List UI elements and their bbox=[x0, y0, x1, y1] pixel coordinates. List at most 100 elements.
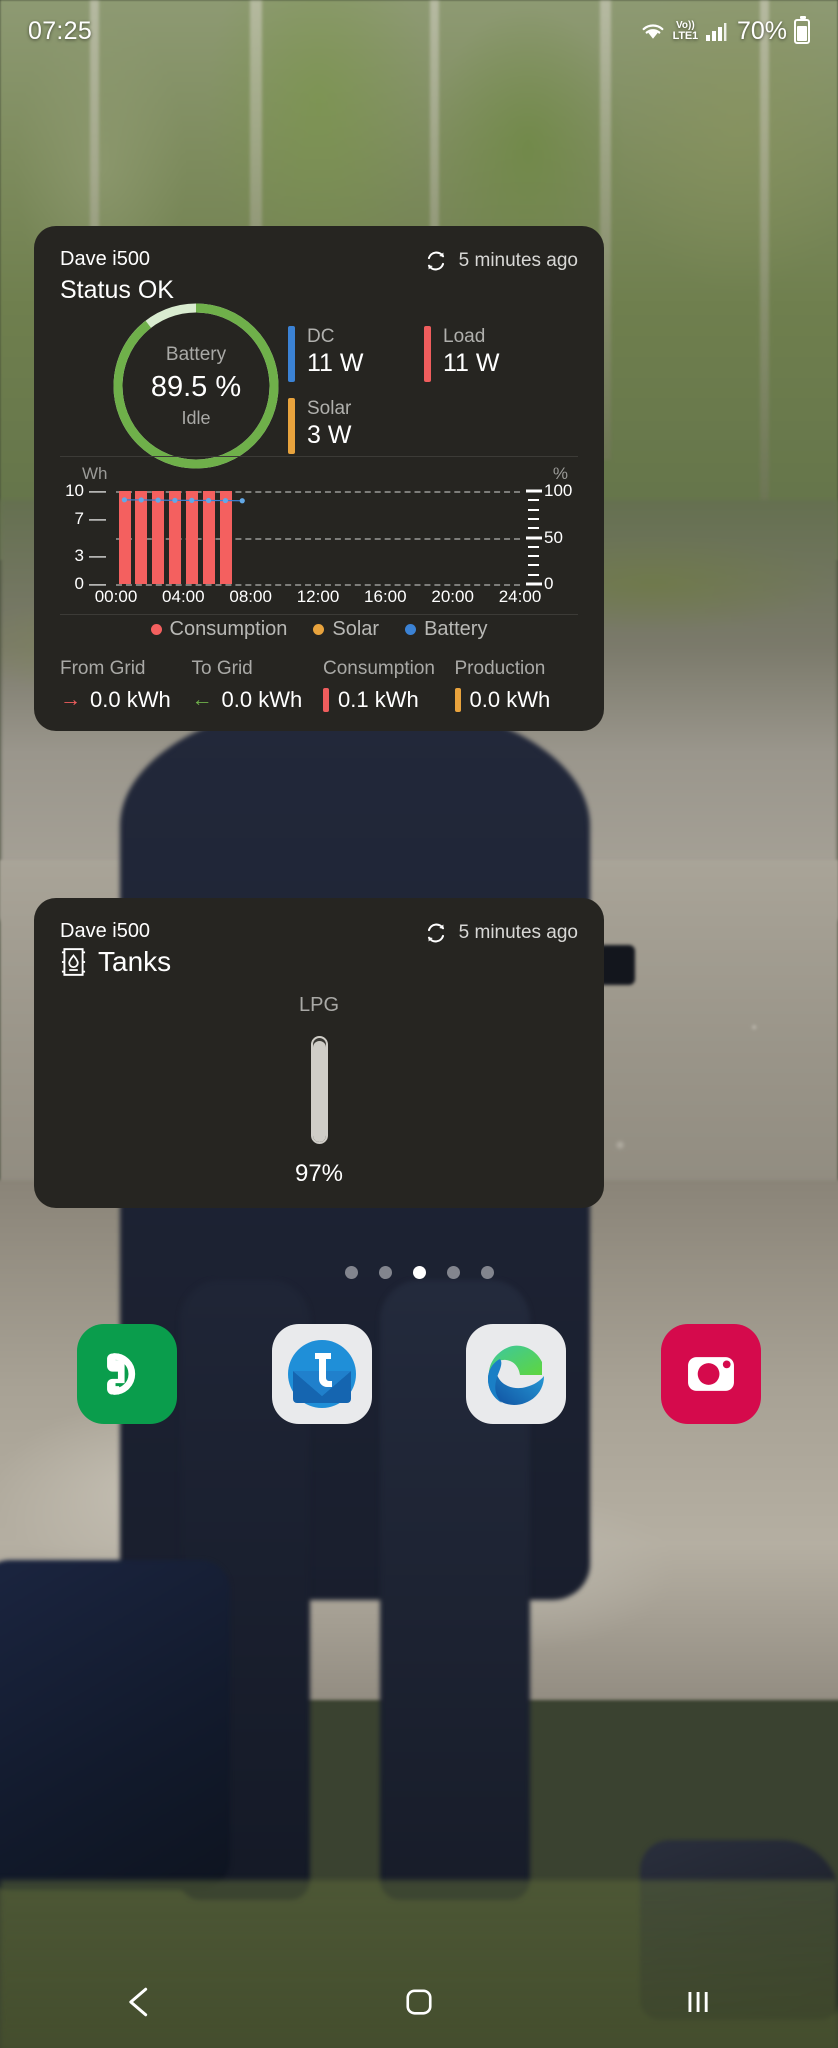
legend-label: Solar bbox=[332, 618, 380, 640]
battery-ring-value: 89.5 % bbox=[150, 370, 242, 403]
camera-icon bbox=[687, 1357, 734, 1391]
page-dot[interactable] bbox=[378, 1266, 392, 1279]
lpg-fill bbox=[312, 1041, 326, 1142]
phone-app[interactable] bbox=[77, 1324, 178, 1424]
page-dot[interactable] bbox=[480, 1266, 494, 1279]
edge-icon bbox=[488, 1345, 545, 1405]
chart-gridline bbox=[116, 584, 520, 586]
footer-stat-label: Consumption bbox=[323, 658, 435, 679]
footer-stat-label: From Grid bbox=[60, 658, 146, 679]
legend-dot bbox=[405, 624, 417, 635]
tanks-sync-text: 5 minutes ago bbox=[458, 922, 578, 943]
chart-x-tick: 20:00 bbox=[431, 587, 474, 606]
chart-y2-tick: 0 bbox=[544, 574, 554, 593]
energy-device-name: Dave i500 bbox=[60, 248, 151, 270]
tank-icon bbox=[61, 948, 86, 976]
lpg-value: 97% bbox=[294, 1160, 344, 1187]
chart-y2-minor-tick bbox=[528, 508, 539, 511]
chart-y2-minor-tick bbox=[528, 545, 539, 548]
footer-stat-value: 0.0 kWh bbox=[469, 687, 551, 712]
divider-top bbox=[60, 456, 578, 457]
footer-stat-row: 0.0 kWh bbox=[454, 687, 587, 713]
metric-load-value: 11 W bbox=[443, 348, 500, 377]
t-envelope-icon bbox=[287, 1340, 356, 1408]
battery-icon bbox=[794, 15, 810, 44]
battery-ring-label: Battery bbox=[165, 343, 227, 365]
metric-solar-color-bar bbox=[288, 398, 295, 454]
volte-bottom-label: LTE1 bbox=[672, 29, 698, 42]
footer-stat: Consumption 0.1 kWh bbox=[323, 658, 455, 713]
home-button[interactable] bbox=[389, 1972, 449, 2032]
energy-sync-status[interactable]: 5 minutes ago bbox=[423, 248, 578, 274]
lpg-label: LPG bbox=[298, 994, 340, 1016]
chart-y2-minor-tick bbox=[528, 527, 539, 530]
volte-indicator: Vo)) LTE1 bbox=[672, 20, 698, 42]
chart-x-tick: 24:00 bbox=[498, 587, 542, 606]
chart-y-tick: 10 bbox=[65, 481, 106, 501]
legend-label: Consumption bbox=[169, 618, 288, 640]
metric-load[interactable]: Load 11 W bbox=[424, 326, 500, 382]
chart-x-tick: 08:00 bbox=[229, 587, 272, 606]
metric-solar[interactable]: Solar 3 W bbox=[288, 398, 351, 454]
chart-y-tick: 7 bbox=[75, 509, 106, 529]
square-icon bbox=[406, 1989, 432, 2015]
metric-dc[interactable]: DC 11 W bbox=[288, 326, 364, 382]
chart-line-battery bbox=[121, 497, 245, 504]
legend-item[interactable]: Consumption bbox=[150, 618, 288, 641]
telenor-app[interactable] bbox=[271, 1324, 372, 1424]
chart-y2-major-tick bbox=[526, 489, 542, 493]
energy-card-header: Dave i500 5 minutes ago bbox=[34, 226, 604, 274]
chart-y2-major-tick bbox=[526, 582, 542, 586]
home-page-indicator[interactable] bbox=[0, 1266, 838, 1279]
footer-stat-color-bar bbox=[454, 688, 461, 712]
page-dot[interactable] bbox=[412, 1266, 426, 1279]
status-bar: 07:25 Vo)) LTE1 70% bbox=[0, 0, 838, 62]
footer-stat-row: → 0.0 kWh bbox=[60, 687, 192, 713]
edge-app[interactable] bbox=[466, 1324, 567, 1424]
chart-y-tick: 3 bbox=[75, 546, 106, 566]
chart-x-tick: 04:00 bbox=[162, 587, 205, 606]
camera-app[interactable] bbox=[660, 1324, 761, 1424]
legend-label: Battery bbox=[424, 618, 488, 640]
legend-item[interactable]: Battery bbox=[405, 618, 487, 641]
footer-stat-value: 0.1 kWh bbox=[338, 687, 419, 712]
footer-stat: From Grid → 0.0 kWh bbox=[60, 658, 192, 713]
metric-solar-value: 3 W bbox=[307, 420, 352, 449]
lpg-tank-gauge[interactable]: LPG 97% bbox=[34, 994, 604, 1188]
legend-item[interactable]: Solar bbox=[313, 618, 379, 641]
wifi-icon bbox=[640, 20, 666, 42]
chart-y2-tick: 50 bbox=[544, 527, 563, 547]
energy-widget-card[interactable]: Dave i500 5 minutes ago Status OK Batter… bbox=[34, 226, 604, 731]
footer-stat: Production 0.0 kWh bbox=[454, 658, 587, 713]
energy-sync-text: 5 minutes ago bbox=[458, 250, 578, 271]
footer-stat-value: 0.0 kWh bbox=[90, 687, 171, 712]
footer-stat-label: To Grid bbox=[191, 658, 253, 679]
footer-stat-color-bar bbox=[323, 688, 329, 712]
tanks-widget-card[interactable]: Dave i500 5 minutes ago Tanks LPG 97% bbox=[34, 898, 604, 1208]
refresh-icon bbox=[427, 923, 444, 943]
arrow-right-icon: → bbox=[60, 688, 81, 711]
battery-ring-gauge[interactable]: Battery 89.5 % Idle bbox=[110, 300, 282, 472]
tanks-title-row: Tanks bbox=[34, 946, 604, 978]
footer-stat: To Grid ← 0.0 kWh bbox=[192, 658, 324, 713]
metric-load-label: Load bbox=[443, 326, 486, 347]
arrow-left-icon: ← bbox=[191, 688, 213, 711]
energy-chart[interactable]: Wh % 0371005010000:0004:0008:0012:0016:0… bbox=[60, 464, 578, 612]
chart-x-tick: 12:00 bbox=[296, 587, 340, 606]
chart-y2-minor-tick bbox=[528, 573, 539, 576]
energy-footer-stats: From Grid → 0.0 kWh To Grid ← 0.0 kWh Consumpt… bbox=[60, 658, 586, 713]
chart-y2-minor-tick bbox=[528, 555, 539, 558]
page-dot[interactable] bbox=[344, 1266, 358, 1279]
recents-button[interactable] bbox=[668, 1972, 728, 2032]
footer-stat-label: Production bbox=[454, 658, 546, 679]
page-dot[interactable] bbox=[446, 1266, 460, 1279]
footer-stat-row: ← 0.0 kWh bbox=[192, 687, 324, 713]
back-button[interactable] bbox=[110, 1972, 170, 2032]
battery-percent-label: 70% bbox=[736, 16, 787, 45]
battery-ring-state: Idle bbox=[181, 407, 211, 428]
divider-bottom bbox=[60, 614, 578, 615]
app-dock bbox=[0, 1324, 838, 1424]
legend-dot bbox=[313, 624, 325, 635]
tanks-card-header: Dave i500 5 minutes ago bbox=[34, 898, 604, 946]
tanks-sync-status[interactable]: 5 minutes ago bbox=[423, 920, 578, 946]
